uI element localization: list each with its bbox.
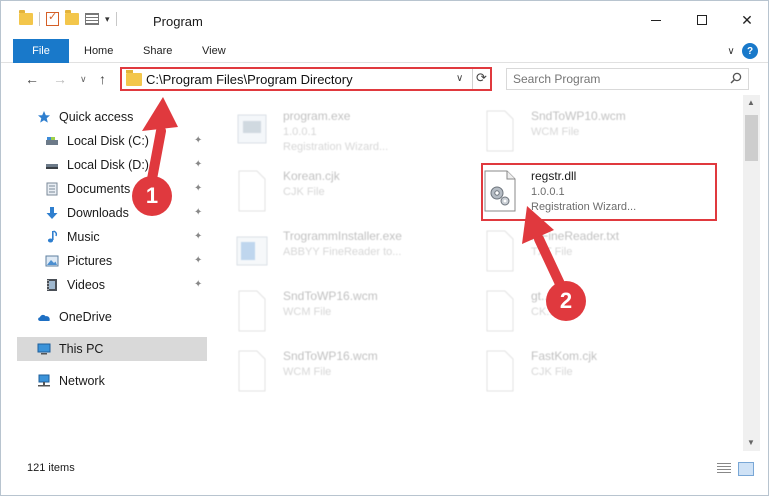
arrow-1-shaft: [147, 126, 166, 184]
step-2-badge: 2: [546, 281, 586, 321]
annotation-arrows: [142, 97, 566, 291]
arrow-2-shaft: [534, 234, 566, 291]
step-1-badge: 1: [132, 176, 172, 216]
file-explorer-window: ▾ Program ✕ File Home Share View ∨ ? ← →…: [0, 0, 769, 496]
arrow-1-head: [142, 97, 178, 131]
